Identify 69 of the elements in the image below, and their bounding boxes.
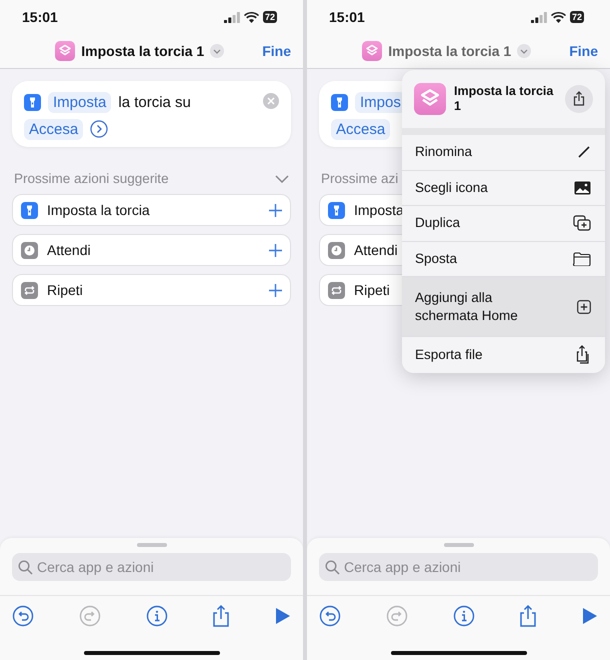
battery-level: 72 <box>262 11 277 23</box>
folder-icon <box>573 252 591 266</box>
duplicate-icon <box>573 215 591 232</box>
section-title: Prossime azioni suggerite <box>14 171 169 186</box>
flashlight-icon <box>328 202 345 218</box>
action-text: la torcia su <box>118 94 191 110</box>
action-label: Ripeti <box>47 282 83 298</box>
shortcut-icon <box>414 83 446 115</box>
export-icon <box>575 345 591 364</box>
add-icon <box>577 300 591 314</box>
search-field[interactable]: Cerca app e azioni <box>319 553 598 581</box>
menu-item[interactable]: Duplica <box>402 206 605 242</box>
action-label: Imposta la torcia <box>47 202 150 218</box>
search-icon <box>18 560 33 575</box>
plus-icon[interactable] <box>269 204 282 216</box>
status-time: 15:01 <box>22 9 58 25</box>
play-icon[interactable] <box>275 607 291 625</box>
flashlight-icon <box>24 94 41 110</box>
repeat-icon <box>21 282 38 298</box>
undo-icon[interactable] <box>12 605 34 627</box>
flashlight-icon <box>21 202 38 218</box>
flashlight-icon <box>331 94 348 110</box>
undo-icon[interactable] <box>319 605 341 627</box>
menu-item[interactable]: Rinomina <box>402 135 605 170</box>
suggested-action[interactable]: Ripeti <box>12 274 291 306</box>
clock-icon <box>21 242 38 258</box>
search-icon <box>325 560 340 575</box>
chevron-down-icon[interactable] <box>275 174 289 182</box>
action-label: Ripeti <box>354 282 390 298</box>
battery-level: 72 <box>570 11 584 23</box>
signal-icon <box>530 12 547 22</box>
parameter-token[interactable]: Imposta <box>48 92 112 112</box>
status-time: 15:01 <box>329 9 365 25</box>
chevron-icon[interactable] <box>517 44 532 58</box>
image-icon <box>574 180 591 195</box>
info-icon[interactable] <box>452 605 474 627</box>
done-button[interactable]: Fine <box>262 43 291 59</box>
section-title: Prossime azi <box>321 171 398 186</box>
menu-item[interactable]: Aggiungi alla schermata Home <box>402 277 605 337</box>
wifi-icon <box>244 12 259 22</box>
play-icon[interactable] <box>582 607 598 625</box>
wifi-icon <box>550 12 566 22</box>
signal-icon <box>224 12 240 22</box>
done-button[interactable]: Fine <box>569 43 598 59</box>
plus-icon[interactable] <box>269 244 282 256</box>
chevron-icon[interactable] <box>210 44 224 58</box>
value-token[interactable]: Accesa <box>331 118 390 140</box>
action-label: Attendi <box>354 242 398 258</box>
share-icon[interactable] <box>565 85 593 113</box>
repeat-icon <box>328 282 345 298</box>
clock-icon <box>328 242 345 258</box>
menu-item[interactable]: Scegli icona <box>402 170 605 206</box>
suggested-action[interactable]: Attendi <box>12 234 291 266</box>
shortcut-title[interactable]: Imposta la torcia 1 <box>388 43 512 59</box>
info-icon[interactable] <box>146 605 168 627</box>
suggested-action[interactable]: Imposta la torcia <box>12 194 291 226</box>
plus-icon[interactable] <box>269 284 282 296</box>
menu-item[interactable]: Sposta <box>402 242 605 277</box>
shortcut-icon[interactable] <box>55 41 76 61</box>
menu-title: Imposta la torcia 1 <box>454 84 554 114</box>
menu-item[interactable]: Esporta file <box>402 337 605 372</box>
search-field[interactable]: Cerca app e azioni <box>12 553 291 581</box>
chevron-right-icon[interactable] <box>90 120 108 138</box>
pencil-icon <box>577 145 591 160</box>
value-token[interactable]: Accesa <box>24 118 84 140</box>
shortcut-title[interactable]: Imposta la torcia 1 <box>81 43 204 59</box>
action-label: Imposta <box>354 202 404 218</box>
action-label: Attendi <box>47 242 91 258</box>
shortcut-icon[interactable] <box>362 41 382 61</box>
